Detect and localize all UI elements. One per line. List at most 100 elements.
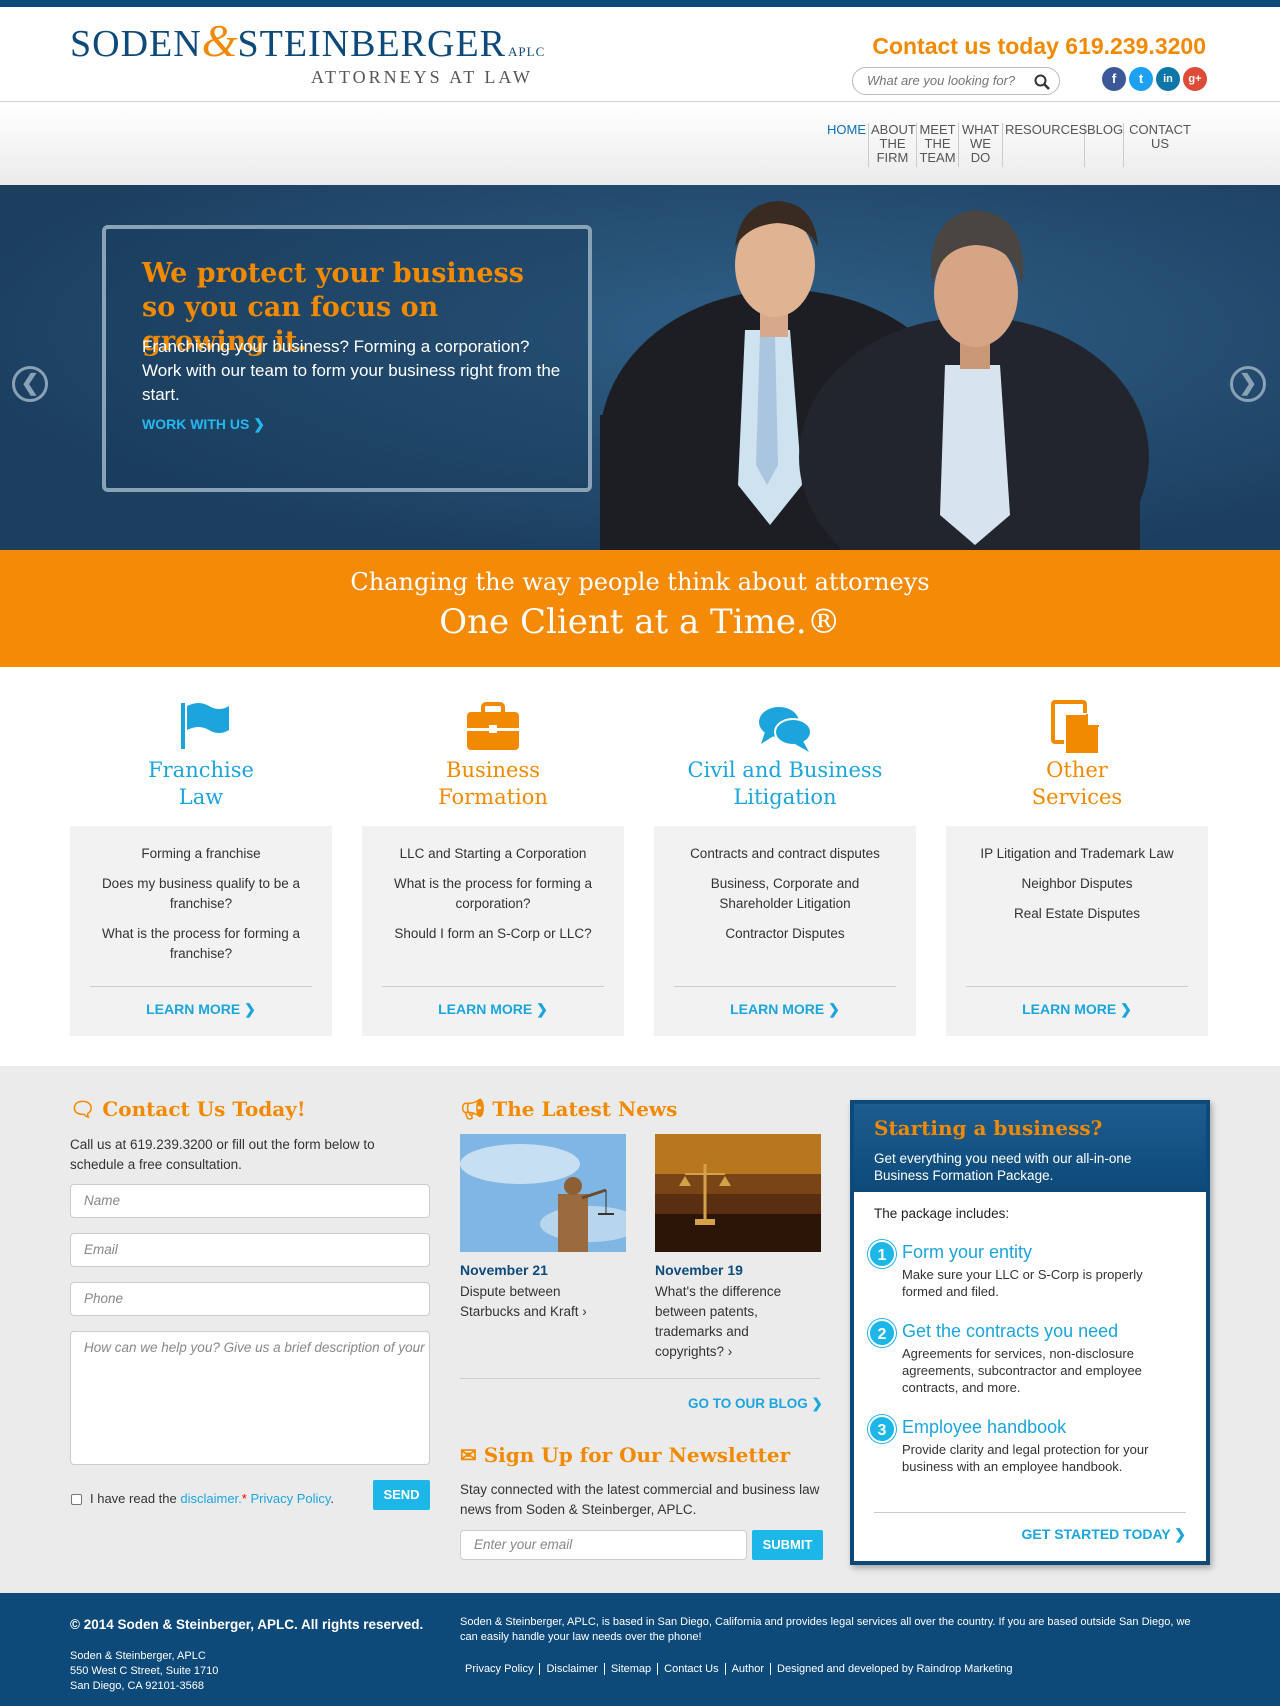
- service-link[interactable]: LLC and Starting a Corporation: [382, 844, 604, 864]
- top-accent-bar: [0, 0, 1280, 7]
- submit-button[interactable]: SUBMIT: [752, 1530, 823, 1560]
- step-text: Make sure your LLC or S-Corp is properly…: [902, 1267, 1143, 1299]
- service-link[interactable]: What is the process for forming a corpor…: [382, 874, 604, 914]
- divider: [966, 986, 1188, 987]
- linkedin-icon[interactable]: in: [1156, 67, 1180, 91]
- header-contact-phone[interactable]: Contact us today 619.239.3200: [872, 33, 1206, 60]
- nav-about-the-firm[interactable]: ABOUT THE FIRM: [869, 123, 917, 167]
- learn-more-link[interactable]: LEARN MORE ❯: [70, 1001, 332, 1018]
- service-title[interactable]: Franchise Law: [141, 757, 261, 817]
- google-plus-icon[interactable]: g+: [1183, 67, 1207, 91]
- document-icon: [1051, 700, 1100, 755]
- service-link[interactable]: Does my business qualify to be a franchi…: [90, 874, 312, 914]
- nav-home[interactable]: HOME: [825, 123, 869, 167]
- service-link[interactable]: Neighbor Disputes: [966, 874, 1188, 894]
- message-field[interactable]: How can we help you? Give us a brief des…: [70, 1331, 430, 1465]
- service-link[interactable]: Forming a franchise: [90, 844, 312, 864]
- footer-link-author[interactable]: Author: [726, 1663, 772, 1675]
- service-link[interactable]: What is the process for forming a franch…: [90, 924, 312, 964]
- nav-meet-the-team[interactable]: MEET THE TEAM: [917, 123, 959, 167]
- disclaimer-link[interactable]: disclaimer.: [180, 1491, 241, 1506]
- learn-more-label: LEARN MORE: [438, 1001, 533, 1017]
- service-link[interactable]: Real Estate Disputes: [966, 904, 1188, 924]
- service-title[interactable]: Civil and Business Litigation: [665, 757, 905, 817]
- site-header: SODEN&STEINBERGER APLC ATTORNEYS AT LAW C…: [0, 7, 1280, 102]
- contact-intro: Call us at 619.239.3200 or fill out the …: [70, 1137, 375, 1172]
- name-field[interactable]: Name: [70, 1184, 430, 1218]
- service-link[interactable]: Business, Corporate and Shareholder Liti…: [674, 874, 896, 914]
- service-link[interactable]: IP Litigation and Trademark Law: [966, 844, 1188, 864]
- nav-what-we-do[interactable]: WHAT WE DO: [959, 123, 1003, 167]
- newsletter-email-input[interactable]: Enter your email: [460, 1530, 747, 1560]
- slider-prev-arrow-icon[interactable]: ❮: [12, 366, 48, 402]
- nav-blog[interactable]: BLOG: [1085, 123, 1124, 167]
- learn-more-link[interactable]: LEARN MORE ❯: [654, 1001, 916, 1018]
- step-title-link[interactable]: Get the contracts you need: [902, 1321, 1118, 1342]
- logo-name-steinberger: STEINBERGER: [237, 23, 507, 65]
- service-link[interactable]: Should I form an S-Corp or LLC?: [382, 924, 604, 944]
- logo-subtitle: ATTORNEYS AT LAW: [311, 67, 533, 87]
- step-text: Agreements for services, non-disclosure …: [902, 1346, 1142, 1395]
- site-logo[interactable]: SODEN&STEINBERGER APLC ATTORNEYS AT LAW: [70, 18, 545, 88]
- service-card: Forming a franchise Does my business qua…: [70, 826, 332, 1036]
- service-title[interactable]: Other Services: [1022, 757, 1132, 817]
- disclaimer-checkbox[interactable]: [71, 1494, 82, 1505]
- address-line: Soden & Steinberger, APLC: [70, 1650, 206, 1662]
- newsletter-text: Stay connected with the latest commercia…: [460, 1482, 820, 1517]
- email-field[interactable]: Email: [70, 1233, 430, 1267]
- get-started-link[interactable]: GET STARTED TODAY ❯: [1022, 1526, 1186, 1543]
- search-input[interactable]: [867, 73, 1032, 88]
- disclaimer-prefix: I have read the: [90, 1491, 177, 1506]
- tagline-line-2: One Client at a Time.®: [439, 602, 841, 642]
- service-icon-wrap: [362, 700, 624, 752]
- service-link[interactable]: Contracts and contract disputes: [674, 844, 896, 864]
- privacy-policy-link[interactable]: Privacy Policy: [250, 1491, 330, 1506]
- footer-link-designer[interactable]: Designed and developed by Raindrop Marke…: [771, 1663, 1018, 1675]
- work-with-us-link[interactable]: WORK WITH US ❯: [142, 416, 265, 433]
- package-subtitle: Get everything you need with our all-in-…: [874, 1151, 1132, 1183]
- step-number-badge: 2: [868, 1319, 896, 1347]
- footer-link-disclaimer[interactable]: Disclaimer: [540, 1663, 605, 1675]
- service-icon-wrap: [70, 700, 332, 752]
- service-title[interactable]: Business Formation: [428, 757, 558, 817]
- step-title-link[interactable]: Employee handbook: [902, 1417, 1066, 1438]
- learn-more-label: LEARN MORE: [1022, 1001, 1117, 1017]
- learn-more-label: LEARN MORE: [146, 1001, 241, 1017]
- learn-more-link[interactable]: LEARN MORE ❯: [362, 1001, 624, 1018]
- nav-resources[interactable]: RESOURCES: [1003, 123, 1087, 167]
- facebook-icon[interactable]: f: [1102, 67, 1126, 91]
- get-started-label: GET STARTED TODAY: [1021, 1526, 1171, 1542]
- disclaimer-row: I have read the disclaimer.* Privacy Pol…: [90, 1489, 334, 1509]
- twitter-icon[interactable]: t: [1129, 67, 1153, 91]
- service-link[interactable]: Contractor Disputes: [674, 924, 896, 944]
- disclaimer-period: .: [330, 1491, 335, 1506]
- nav-contact-us[interactable]: CONTACT US: [1124, 123, 1196, 167]
- service-other-services: Other Services IP Litigation and Tradema…: [946, 700, 1208, 1036]
- phone-field[interactable]: Phone: [70, 1282, 430, 1316]
- news-item-link[interactable]: What's the difference between patents, t…: [655, 1282, 805, 1362]
- hero-slider: We protect your business so you can focu…: [0, 185, 1280, 550]
- footer-link-contact-us[interactable]: Contact Us: [658, 1663, 726, 1675]
- slider-next-arrow-icon[interactable]: ❯: [1230, 366, 1266, 402]
- chevron-right-circle-icon: ❯: [1174, 1526, 1186, 1542]
- learn-more-link[interactable]: LEARN MORE ❯: [946, 1001, 1208, 1018]
- package-title: Starting a business?: [874, 1116, 1103, 1140]
- footer-link-privacy-policy[interactable]: Privacy Policy: [460, 1663, 541, 1675]
- go-to-blog-link[interactable]: GO TO OUR BLOG ❯: [688, 1396, 823, 1412]
- step-title-link[interactable]: Form your entity: [902, 1242, 1032, 1263]
- contact-heading: 🗨︎ Contact Us Today!: [70, 1097, 306, 1121]
- newsletter-heading-label: Sign Up for Our Newsletter: [483, 1443, 791, 1467]
- briefcase-icon: [467, 702, 519, 750]
- service-civil-business-litigation: Civil and Business Litigation Contracts …: [654, 700, 916, 1036]
- footer-link-sitemap[interactable]: Sitemap: [605, 1663, 659, 1675]
- news-thumbnail-statue[interactable]: [460, 1134, 626, 1252]
- footer-links: Privacy Policy Disclaimer Sitemap Contac…: [460, 1663, 1018, 1675]
- footer-about: Soden & Steinberger, APLC, is based in S…: [460, 1616, 1191, 1643]
- send-button[interactable]: SEND: [373, 1480, 430, 1510]
- chevron-right-circle-icon: ❯: [244, 1001, 256, 1017]
- address: Soden & Steinberger, APLC 550 West C Str…: [70, 1649, 218, 1694]
- news-thumbnail-courtroom[interactable]: [655, 1134, 821, 1252]
- contact-heading-label: Contact Us Today!: [102, 1097, 306, 1121]
- news-item-link[interactable]: Dispute between Starbucks and Kraft ›: [460, 1282, 610, 1322]
- search-icon[interactable]: [1033, 73, 1051, 91]
